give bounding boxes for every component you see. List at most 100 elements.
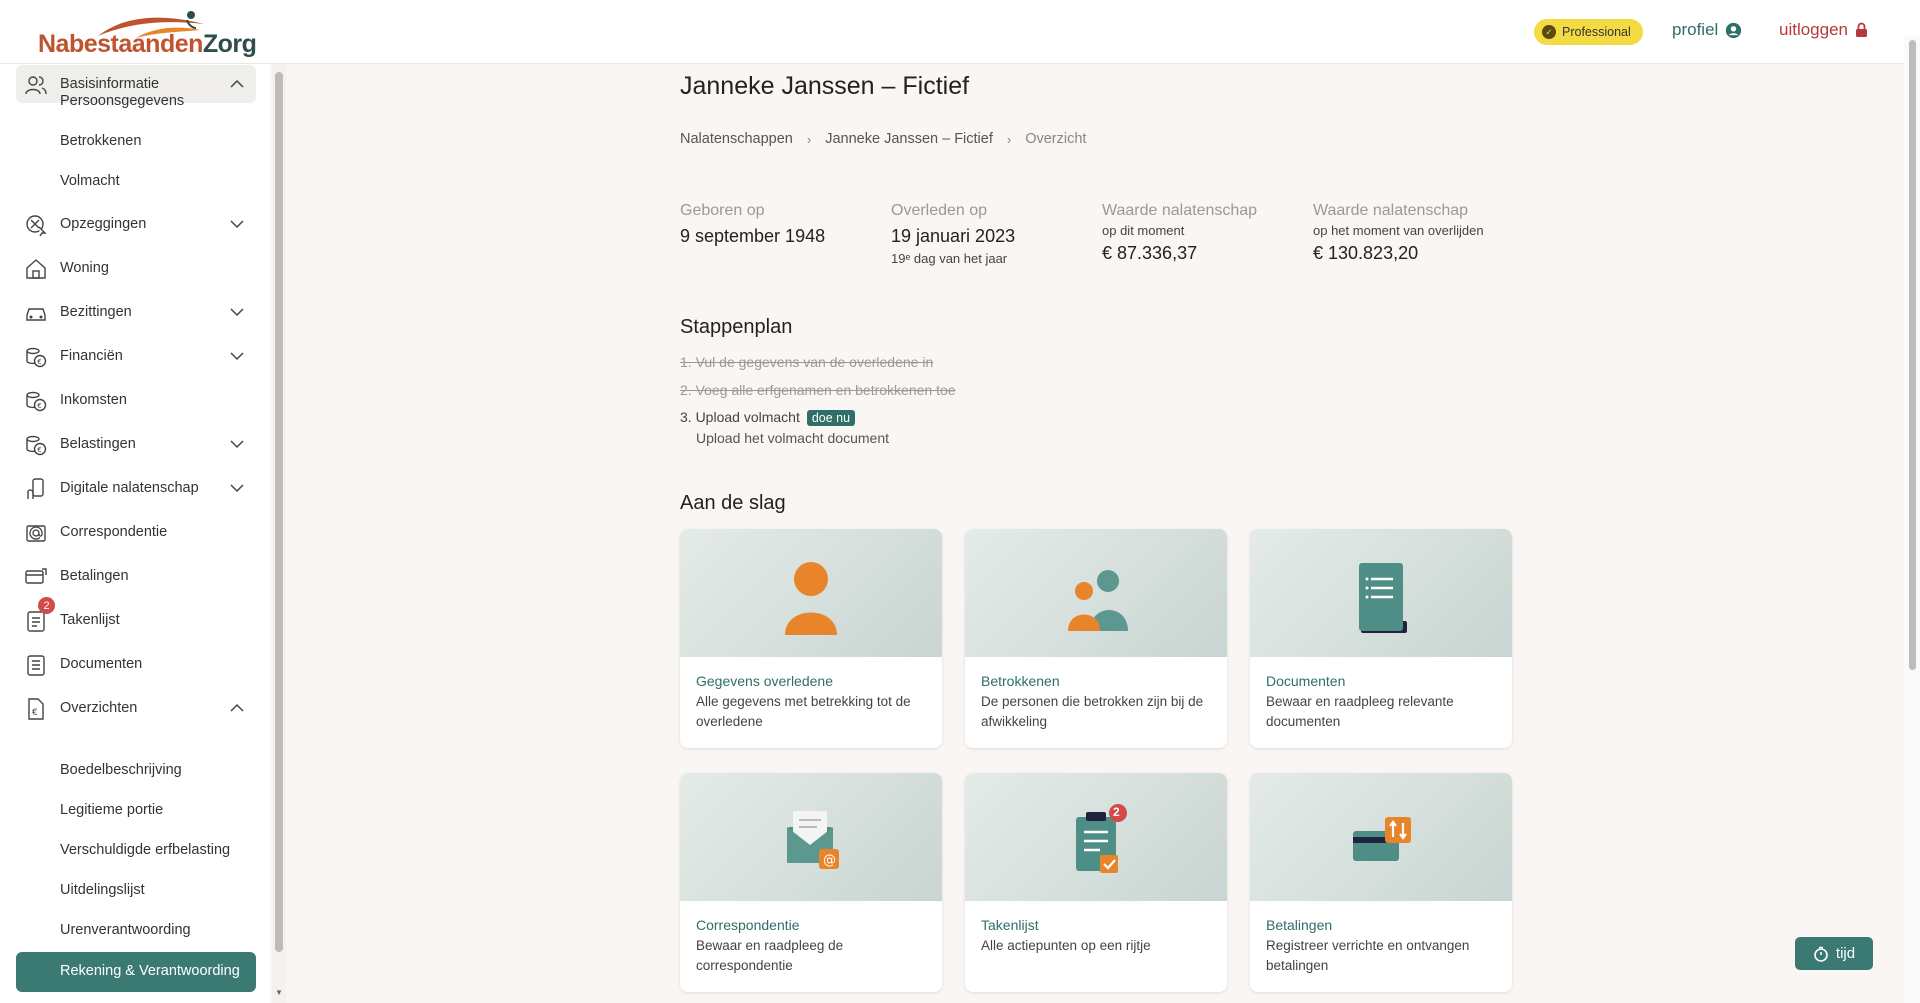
- sidebar-item-belastingen[interactable]: € Belastingen: [16, 425, 256, 463]
- sidebar-item-digitale-nalatenschap[interactable]: Digitale nalatenschap: [16, 469, 256, 507]
- card-image: [1250, 773, 1512, 901]
- svg-text:€: €: [37, 402, 41, 410]
- sidebar-item-opzeggingen[interactable]: Opzeggingen: [16, 205, 256, 243]
- sidebar-sub-volmacht[interactable]: Volmacht: [60, 173, 120, 189]
- svg-text:€: €: [37, 446, 41, 454]
- document-icon: [27, 655, 45, 676]
- stat-label: Waarde nalatenschap: [1102, 202, 1258, 219]
- sidebar-item-inkomsten[interactable]: € Inkomsten: [16, 381, 256, 419]
- card-desc: De personen die betrokken zijn bij de af…: [981, 694, 1204, 729]
- page-scrollbar-thumb[interactable]: [1909, 40, 1916, 670]
- sidebar-active-label: Rekening & Verantwoording: [60, 963, 240, 979]
- card-image: [680, 529, 942, 657]
- profile-label: profiel: [1672, 20, 1719, 39]
- chevron-down-icon[interactable]: [228, 303, 246, 321]
- document-euro-icon: €: [28, 698, 44, 720]
- check-icon: ✓: [1542, 25, 1556, 39]
- sidebar-sub-boedelbeschrijving[interactable]: Boedelbeschrijving: [60, 762, 182, 778]
- breadcrumb-current: Overzicht: [1025, 131, 1087, 147]
- doe-nu-button[interactable]: doe nu: [806, 410, 856, 426]
- card-image: [965, 529, 1227, 657]
- sidebar-sub-uitdelingslijst[interactable]: Uitdelingslijst: [60, 882, 145, 898]
- card-image: [1250, 529, 1512, 657]
- stat-worth-death: Waarde nalatenschap op het moment van ov…: [1313, 202, 1484, 264]
- breadcrumb-separator-icon: ›: [806, 131, 812, 147]
- sidebar-item-label: Correspondentie: [60, 524, 168, 540]
- sidebar-item-correspondentie[interactable]: Correspondentie: [16, 513, 256, 551]
- top-header: NabestaandenZorg ✓ Professional profiel …: [0, 0, 1920, 64]
- card-documenten[interactable]: Documenten Bewaar en raadpleeg relevante…: [1250, 529, 1512, 748]
- card-title: Gegevens overledene: [696, 673, 833, 689]
- mail-at-icon: [26, 525, 46, 542]
- card-correspondentie[interactable]: @ Correspondentie Bewaar en raadpleeg de…: [680, 773, 942, 992]
- sidebar-item-bezittingen[interactable]: Bezittingen: [16, 293, 256, 331]
- logo[interactable]: NabestaandenZorg: [36, 10, 257, 58]
- aan-de-slag-heading: Aan de slag: [680, 492, 786, 514]
- coins-euro-icon: €: [26, 347, 47, 368]
- sidebar-item-label: Digitale nalatenschap: [60, 480, 199, 496]
- page-title: Janneke Janssen – Fictief: [680, 72, 970, 100]
- sidebar: Basisinformatie Persoonsgegevens Betrokk…: [0, 64, 270, 1003]
- stat-value: 19 januari 2023: [891, 226, 1016, 246]
- badge-label: Professional: [1562, 25, 1631, 39]
- sidebar-item-takenlijst[interactable]: 2 Takenlijst: [16, 597, 256, 639]
- breadcrumb-person[interactable]: Janneke Janssen – Fictief: [825, 131, 993, 147]
- credit-card-icon: [25, 568, 47, 584]
- sidebar-item-financien[interactable]: € Financiën: [16, 337, 256, 375]
- step-2: 2. Voeg alle erfgenamen en betrokkenen t…: [680, 382, 956, 398]
- stappenplan-heading: Stappenplan: [680, 316, 793, 338]
- sidebar-sub-rekening-verantwoording[interactable]: Rekening & Verantwoording: [16, 952, 256, 992]
- chevron-up-icon[interactable]: [228, 699, 246, 717]
- sidebar-item-label: Betalingen: [60, 568, 129, 584]
- stopwatch-icon: [1814, 946, 1828, 962]
- lock-icon: [1856, 22, 1868, 37]
- breadcrumb: Nalatenschappen › Janneke Janssen – Fict…: [680, 131, 1086, 147]
- clipboard-check-icon: [1076, 804, 1127, 873]
- tijd-button[interactable]: tijd: [1795, 937, 1873, 970]
- sidebar-scrollbar-thumb[interactable]: [275, 72, 283, 952]
- chevron-up-icon[interactable]: [228, 75, 246, 93]
- document-icon: [1359, 563, 1407, 633]
- chevron-down-icon[interactable]: [228, 347, 246, 365]
- profile-link[interactable]: profiel: [1672, 20, 1742, 40]
- sidebar-sub-urenverantwoording[interactable]: Urenverantwoording: [60, 922, 191, 938]
- breadcrumb-nalatenschappen[interactable]: Nalatenschappen: [680, 131, 793, 147]
- card-title: Correspondentie: [696, 917, 800, 933]
- chevron-down-icon[interactable]: [228, 479, 246, 497]
- chevron-down-icon[interactable]: [228, 215, 246, 233]
- stat-born: Geboren op 9 september 1948: [680, 202, 825, 247]
- sidebar-sub-persoonsgegevens[interactable]: Persoonsgegevens: [60, 93, 184, 109]
- logout-link[interactable]: uitloggen: [1779, 20, 1868, 40]
- card-gegevens-overledene[interactable]: Gegevens overledene Alle gegevens met be…: [680, 529, 942, 748]
- sidebar-item-label: Overzichten: [60, 700, 138, 716]
- sidebar-sub-legitieme-portie[interactable]: Legitieme portie: [60, 802, 163, 818]
- card-takenlijst[interactable]: 2 Takenlijst Alle actiepunten op een rij…: [965, 773, 1227, 992]
- scroll-down-arrow-icon[interactable]: ▼: [275, 988, 283, 997]
- sidebar-item-betalingen[interactable]: Betalingen: [16, 557, 256, 595]
- logo-text-2: Zorg: [202, 30, 257, 58]
- card-betalingen[interactable]: Betalingen Registreer verrichte en ontva…: [1250, 773, 1512, 992]
- stat-label: Waarde nalatenschap: [1313, 202, 1469, 219]
- car-icon: [26, 308, 46, 321]
- sidebar-item-documenten[interactable]: Documenten: [16, 645, 256, 683]
- sidebar-item-overzichten[interactable]: € Overzichten: [16, 689, 256, 727]
- sidebar-sub-verschuldigde-erfbelasting[interactable]: Verschuldigde erfbelasting: [60, 842, 230, 858]
- sidebar-sub-betrokkenen[interactable]: Betrokkenen: [60, 133, 141, 149]
- sidebar-item-woning[interactable]: Woning: [16, 249, 256, 287]
- sidebar-item-label: Bezittingen: [60, 304, 132, 320]
- sidebar-item-label: Takenlijst: [60, 612, 120, 628]
- stat-label: Geboren op: [680, 202, 765, 219]
- chevron-down-icon[interactable]: [228, 435, 246, 453]
- house-icon: [26, 259, 46, 279]
- card-desc: Bewaar en raadpleeg relevante documenten: [1266, 694, 1454, 729]
- stat-died: Overleden op 19 januari 2023 19ᵉ dag van…: [891, 202, 1015, 266]
- professional-badge: ✓ Professional: [1534, 19, 1643, 45]
- sidebar-item-label: Woning: [60, 260, 109, 276]
- card-desc: Bewaar en raadpleeg de correspondentie: [696, 938, 844, 973]
- cancel-pointer-icon: [26, 215, 47, 237]
- main-content: Janneke Janssen – Fictief Nalatenschappe…: [290, 64, 1898, 1003]
- card-betrokkenen[interactable]: Betrokkenen De personen die betrokken zi…: [965, 529, 1227, 748]
- sidebar-item-label: Belastingen: [60, 436, 136, 452]
- sidebar-item-label: Opzeggingen: [60, 216, 147, 232]
- stat-value: € 130.823,20: [1313, 243, 1419, 263]
